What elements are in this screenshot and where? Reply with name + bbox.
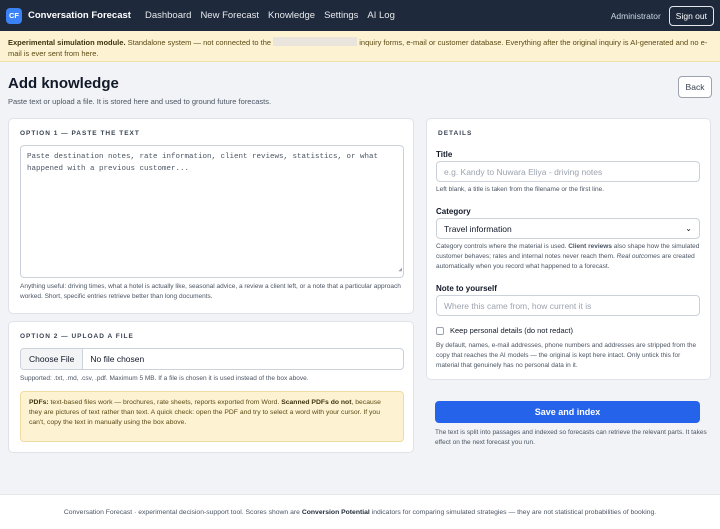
app-logo: CF [6, 7, 22, 24]
option1-card: OPTION 1 — PASTE THE TEXT Paste destinat… [8, 118, 414, 314]
redacted-block [273, 37, 358, 46]
no-file-text: No file chosen [90, 354, 145, 364]
top-navbar: CF Conversation Forecast Dashboard New F… [0, 0, 720, 31]
resize-handle-icon[interactable]: ◢ [398, 264, 402, 276]
banner-text-pre: Standalone system — not connected to the [127, 38, 272, 47]
back-button[interactable]: Back [678, 76, 712, 98]
keep-personal-label: Keep personal details (do not redact) [450, 326, 573, 335]
title-help: Left blank, a title is taken from the fi… [436, 186, 604, 193]
page-subtitle: Paste text or upload a file. It is store… [8, 97, 272, 106]
experimental-banner: Experimental simulation module. Standalo… [0, 31, 720, 62]
sign-out-button[interactable]: Sign out [668, 5, 714, 26]
app-name[interactable]: Conversation Forecast [28, 10, 131, 21]
option1-help: Anything useful: driving times, what a h… [20, 283, 401, 300]
footer-bold: Conversion Potential [301, 508, 370, 516]
knowledge-textarea[interactable]: Paste destination notes, rate informatio… [20, 145, 404, 278]
textarea-placeholder: Paste destination notes, rate informatio… [27, 153, 379, 173]
option2-card: OPTION 2 — UPLOAD A FILE Choose File No … [8, 321, 414, 453]
nav-new-forecast[interactable]: New Forecast [200, 10, 259, 21]
supported-formats: Supported: .txt, .md, .csv, .pdf. Maximu… [20, 375, 309, 382]
nav-dashboard[interactable]: Dashboard [145, 10, 191, 21]
category-select[interactable]: Travel information ⌄ [436, 218, 700, 239]
footer: Conversation Forecast · experimental dec… [0, 494, 720, 529]
option2-heading: OPTION 2 — UPLOAD A FILE [20, 333, 134, 340]
page-title: Add knowledge [8, 75, 119, 92]
nav-knowledge[interactable]: Knowledge [268, 10, 315, 21]
banner-bold: Experimental simulation module. [8, 38, 126, 47]
pdf-note: PDFs: text-based files work — brochures,… [20, 391, 404, 442]
chevron-down-icon: ⌄ [685, 224, 692, 233]
choose-file-button[interactable]: Choose File [21, 349, 84, 369]
category-value: Travel information [444, 223, 512, 234]
category-help-italic: Real outcomes [616, 253, 661, 260]
title-label: Title [436, 150, 453, 159]
pdf-note-text1: text-based files work — brochures, rate … [48, 399, 282, 406]
category-help-bold: Client reviews [568, 243, 612, 250]
keep-personal-checkbox[interactable] [436, 326, 444, 335]
save-help: The text is split into passages and inde… [435, 429, 707, 446]
file-upload-input[interactable]: Choose File No file chosen [20, 348, 404, 370]
nav-settings[interactable]: Settings [324, 10, 358, 21]
note-label: Note to yourself [436, 284, 497, 293]
category-help-text1: Category controls where the material is … [436, 243, 569, 250]
option1-heading: OPTION 1 — PASTE THE TEXT [20, 130, 140, 137]
category-help: Category controls where the material is … [436, 242, 704, 272]
details-card: DETAILS Title e.g. Kandy to Nuwara Eliya… [426, 118, 711, 380]
keep-personal-help: By default, names, e-mail addresses, pho… [436, 342, 697, 369]
footer-text-pre: Conversation Forecast · experimental dec… [63, 508, 302, 516]
user-name: Administrator [610, 10, 661, 21]
keep-personal-details[interactable]: Keep personal details (do not redact) [436, 326, 573, 335]
category-label: Category [436, 207, 471, 216]
footer-text-post: indicators for comparing simulated strat… [369, 508, 657, 516]
note-input[interactable]: Where this came from, how current it is [436, 295, 700, 316]
save-and-index-button[interactable]: Save and index [435, 401, 700, 423]
nav-ai-log[interactable]: AI Log [367, 10, 394, 21]
details-heading: DETAILS [438, 130, 473, 137]
pdf-note-bold2: Scanned PDFs do not [281, 399, 352, 406]
main-nav: Dashboard New Forecast Knowledge Setting… [145, 10, 395, 21]
title-input[interactable]: e.g. Kandy to Nuwara Eliya - driving not… [436, 161, 700, 182]
pdf-note-bold1: PDFs: [29, 399, 49, 406]
